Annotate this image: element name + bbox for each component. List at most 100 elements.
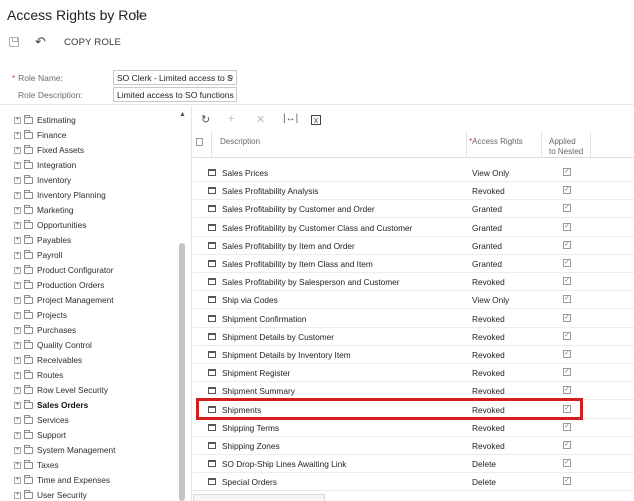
column-settings-icon[interactable] — [196, 138, 203, 146]
table-row[interactable]: Shipment Details by Inventory Item Revoke… — [193, 346, 634, 364]
table-row[interactable]: Sales Profitability by Item and Order Gra… — [193, 237, 634, 255]
tree-item[interactable]: + Opportunities — [14, 218, 86, 232]
expand-icon[interactable]: + — [14, 176, 21, 184]
expand-icon[interactable]: + — [14, 116, 21, 124]
fit-columns-icon[interactable]: |↔| — [283, 113, 298, 124]
expand-icon[interactable]: + — [14, 461, 21, 469]
cell-access-rights[interactable]: Granted — [472, 241, 502, 251]
scroll-up-icon[interactable]: ▲ — [179, 111, 186, 118]
cell-access-rights[interactable]: Granted — [472, 259, 502, 269]
table-row[interactable]: Ship via Codes View Only ✓ — [193, 291, 634, 310]
add-row-icon[interactable]: + — [228, 113, 234, 125]
search-icon[interactable]: ⌕ — [225, 72, 237, 84]
expand-icon[interactable]: + — [14, 446, 21, 454]
column-access-rights[interactable]: *Access Rights — [469, 137, 523, 147]
grid-horizontal-scrollbar[interactable] — [193, 494, 325, 501]
expand-icon[interactable]: + — [14, 341, 21, 349]
table-row[interactable]: Shipment Register Revoked ✓ — [193, 364, 634, 383]
table-row[interactable]: Shipping Zones Revoked ✓ — [193, 437, 634, 455]
export-excel-icon[interactable]: x — [311, 115, 321, 125]
applied-to-nested-checkbox[interactable]: ✓ — [563, 168, 571, 176]
expand-icon[interactable]: + — [14, 491, 21, 499]
table-row[interactable]: Shipment Confirmation Revoked ✓ — [193, 310, 634, 328]
table-row[interactable]: Shipment Details by Customer Revoked ✓ — [193, 328, 634, 346]
expand-icon[interactable]: + — [14, 371, 21, 379]
applied-to-nested-checkbox[interactable]: ✓ — [563, 259, 571, 267]
applied-to-nested-checkbox[interactable]: ✓ — [563, 313, 571, 322]
tree-item[interactable]: + Estimating — [14, 113, 76, 127]
expand-icon[interactable]: + — [14, 251, 21, 259]
applied-to-nested-checkbox[interactable]: ✓ — [563, 477, 571, 486]
tree-item[interactable]: + Row Level Security — [14, 383, 108, 397]
tree-item[interactable]: + Taxes — [14, 458, 59, 472]
tree-item[interactable]: + Receivables — [14, 353, 82, 367]
expand-icon[interactable]: + — [14, 431, 21, 439]
applied-to-nested-checkbox[interactable]: ✓ — [563, 204, 571, 213]
tree-item[interactable]: + Services — [14, 413, 69, 427]
applied-to-nested-checkbox[interactable]: ✓ — [563, 331, 571, 340]
tree-item[interactable]: + Payroll — [14, 248, 62, 262]
expand-icon[interactable]: + — [14, 161, 21, 169]
expand-icon[interactable]: + — [14, 191, 21, 199]
table-row[interactable]: Sales Profitability by Item Class and It… — [193, 255, 634, 273]
applied-to-nested-checkbox[interactable]: ✓ — [563, 240, 571, 249]
tree-item[interactable]: + Integration — [14, 158, 76, 172]
applied-to-nested-checkbox[interactable]: ✓ — [563, 386, 571, 395]
cell-access-rights[interactable]: Revoked — [472, 423, 505, 433]
tree-item[interactable]: + Projects — [14, 308, 67, 322]
table-row[interactable]: Sales Profitability by Customer and Orde… — [193, 200, 634, 219]
expand-icon[interactable]: + — [14, 146, 21, 154]
expand-icon[interactable]: + — [14, 296, 21, 304]
column-applied-to-nested[interactable]: Applied to Nested — [549, 137, 583, 157]
expand-icon[interactable]: + — [14, 221, 21, 229]
tree-item[interactable]: + Support — [14, 428, 66, 442]
save-icon[interactable] — [9, 37, 19, 47]
cell-access-rights[interactable]: Revoked — [472, 314, 505, 324]
cell-access-rights[interactable]: Revoked — [472, 186, 505, 196]
cell-access-rights[interactable]: Delete — [472, 459, 496, 469]
tree-item[interactable]: + Quality Control — [14, 338, 92, 352]
undo-icon[interactable]: ↶ — [35, 34, 46, 50]
tree-item[interactable]: + System Management — [14, 443, 115, 457]
expand-icon[interactable]: + — [14, 356, 21, 364]
tree-item[interactable]: + Time and Expenses — [14, 473, 110, 487]
tree-item[interactable]: + Production Orders — [14, 278, 104, 292]
cell-access-rights[interactable]: Revoked — [472, 332, 505, 342]
tree-scrollbar-thumb[interactable] — [179, 243, 185, 501]
cell-access-rights[interactable]: View Only — [472, 168, 509, 178]
applied-to-nested-checkbox[interactable]: ✓ — [563, 295, 571, 304]
expand-icon[interactable]: + — [14, 131, 21, 139]
cell-access-rights[interactable]: Revoked — [472, 368, 505, 378]
tree-item[interactable]: + Routes — [14, 368, 63, 382]
cell-access-rights[interactable]: Granted — [472, 223, 502, 233]
expand-icon[interactable]: + — [14, 266, 21, 274]
star-icon[interactable]: ☆ — [132, 7, 143, 21]
tree-item[interactable]: + Product Configurator — [14, 263, 114, 277]
expand-icon[interactable]: + — [14, 311, 21, 319]
cell-access-rights[interactable]: Revoked — [472, 350, 505, 360]
tree-item[interactable]: + Purchases — [14, 323, 76, 337]
expand-icon[interactable]: + — [14, 281, 21, 289]
tree-item[interactable]: + Payables — [14, 233, 71, 247]
applied-to-nested-checkbox[interactable]: ✓ — [563, 222, 571, 231]
tree-item[interactable]: + Fixed Assets — [14, 143, 84, 157]
applied-to-nested-checkbox[interactable]: ✓ — [563, 441, 571, 449]
tree-item[interactable]: + Marketing — [14, 203, 73, 217]
tree-item[interactable]: + User Security — [14, 488, 87, 501]
tree-item[interactable]: + Project Management — [14, 293, 114, 307]
column-description[interactable]: Description — [220, 137, 260, 147]
role-description-field[interactable]: Limited access to SO functions — [113, 87, 237, 102]
delete-row-icon[interactable]: ✕ — [256, 113, 265, 126]
splitter[interactable] — [191, 106, 192, 501]
copy-role-button[interactable]: COPY ROLE — [64, 37, 121, 48]
role-name-field[interactable]: SO Clerk - Limited access to S — [113, 70, 237, 85]
tree-item[interactable]: + Inventory — [14, 173, 71, 187]
applied-to-nested-checkbox[interactable]: ✓ — [563, 277, 571, 286]
cell-access-rights[interactable]: View Only — [472, 295, 509, 305]
applied-to-nested-checkbox[interactable]: ✓ — [563, 368, 571, 377]
applied-to-nested-checkbox[interactable]: ✓ — [563, 422, 571, 431]
table-row[interactable]: Sales Prices View Only ✓ — [193, 164, 634, 182]
cell-access-rights[interactable]: Revoked — [472, 441, 505, 451]
cell-access-rights[interactable]: Granted — [472, 204, 502, 214]
tree-item[interactable]: + Sales Orders — [14, 398, 88, 412]
